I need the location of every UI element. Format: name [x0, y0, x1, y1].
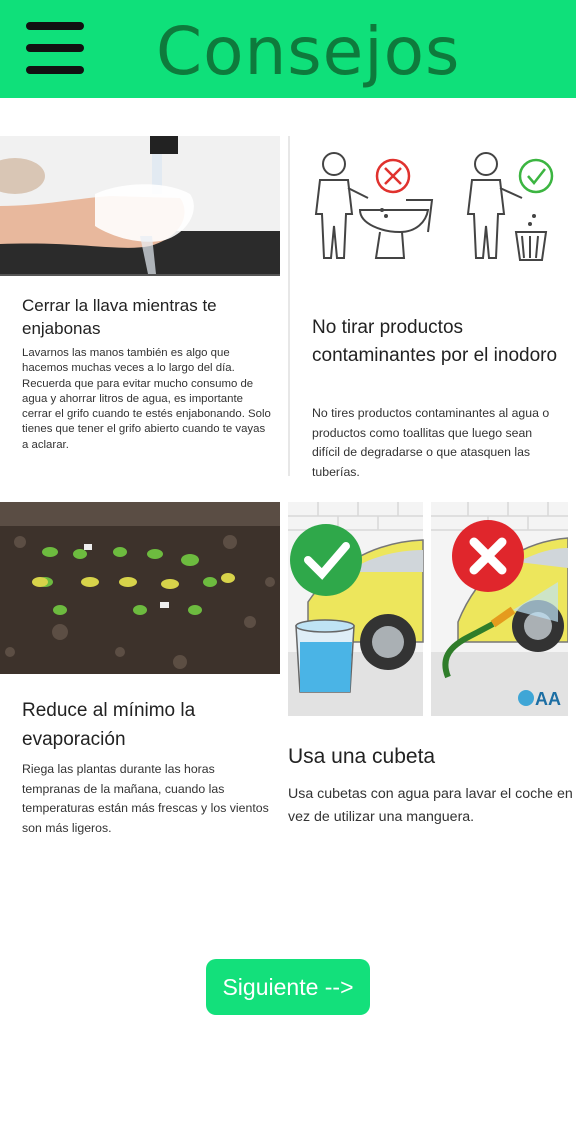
tip-text: No tires productos contaminantes al agua… — [312, 406, 550, 479]
tip-card-evaporation: Reduce al mínimo la evaporación Riega la… — [0, 502, 282, 842]
tip-card-faucet: Cerrar la llava mientras te enjabonas La… — [0, 136, 282, 476]
logo-text: AA — [535, 689, 561, 709]
top-app-bar: Consejos — [0, 0, 576, 98]
tip-text: Usa cubetas con agua para lavar el coche… — [288, 786, 573, 825]
tip-text: Riega las plantas durante las horas temp… — [22, 762, 269, 835]
next-button[interactable]: Siguiente --> — [206, 959, 370, 1015]
toilet-pictogram-image — [290, 136, 568, 276]
tip-card-bucket: AA Usa una cubeta Usa cubetas con agua p… — [288, 502, 576, 842]
car-wash-comparison-image: AA — [288, 502, 568, 716]
page-title: Consejos — [156, 13, 461, 90]
tip-text: Lavarnos las manos también es algo que h… — [22, 347, 271, 451]
tip-title: No tirar productos contaminantes por el … — [312, 317, 558, 366]
tip-card-toilet: No tirar productos contaminantes por el … — [288, 136, 570, 479]
hamburger-menu-icon[interactable] — [26, 20, 86, 80]
tip-title: Cerrar la llava mientras te enjabonas — [22, 296, 217, 338]
garden-seedlings-image — [0, 502, 280, 674]
hand-washing-image — [0, 136, 280, 276]
tip-title: Reduce al mínimo la evaporación — [22, 700, 196, 750]
tip-title: Usa una cubeta — [288, 745, 436, 768]
